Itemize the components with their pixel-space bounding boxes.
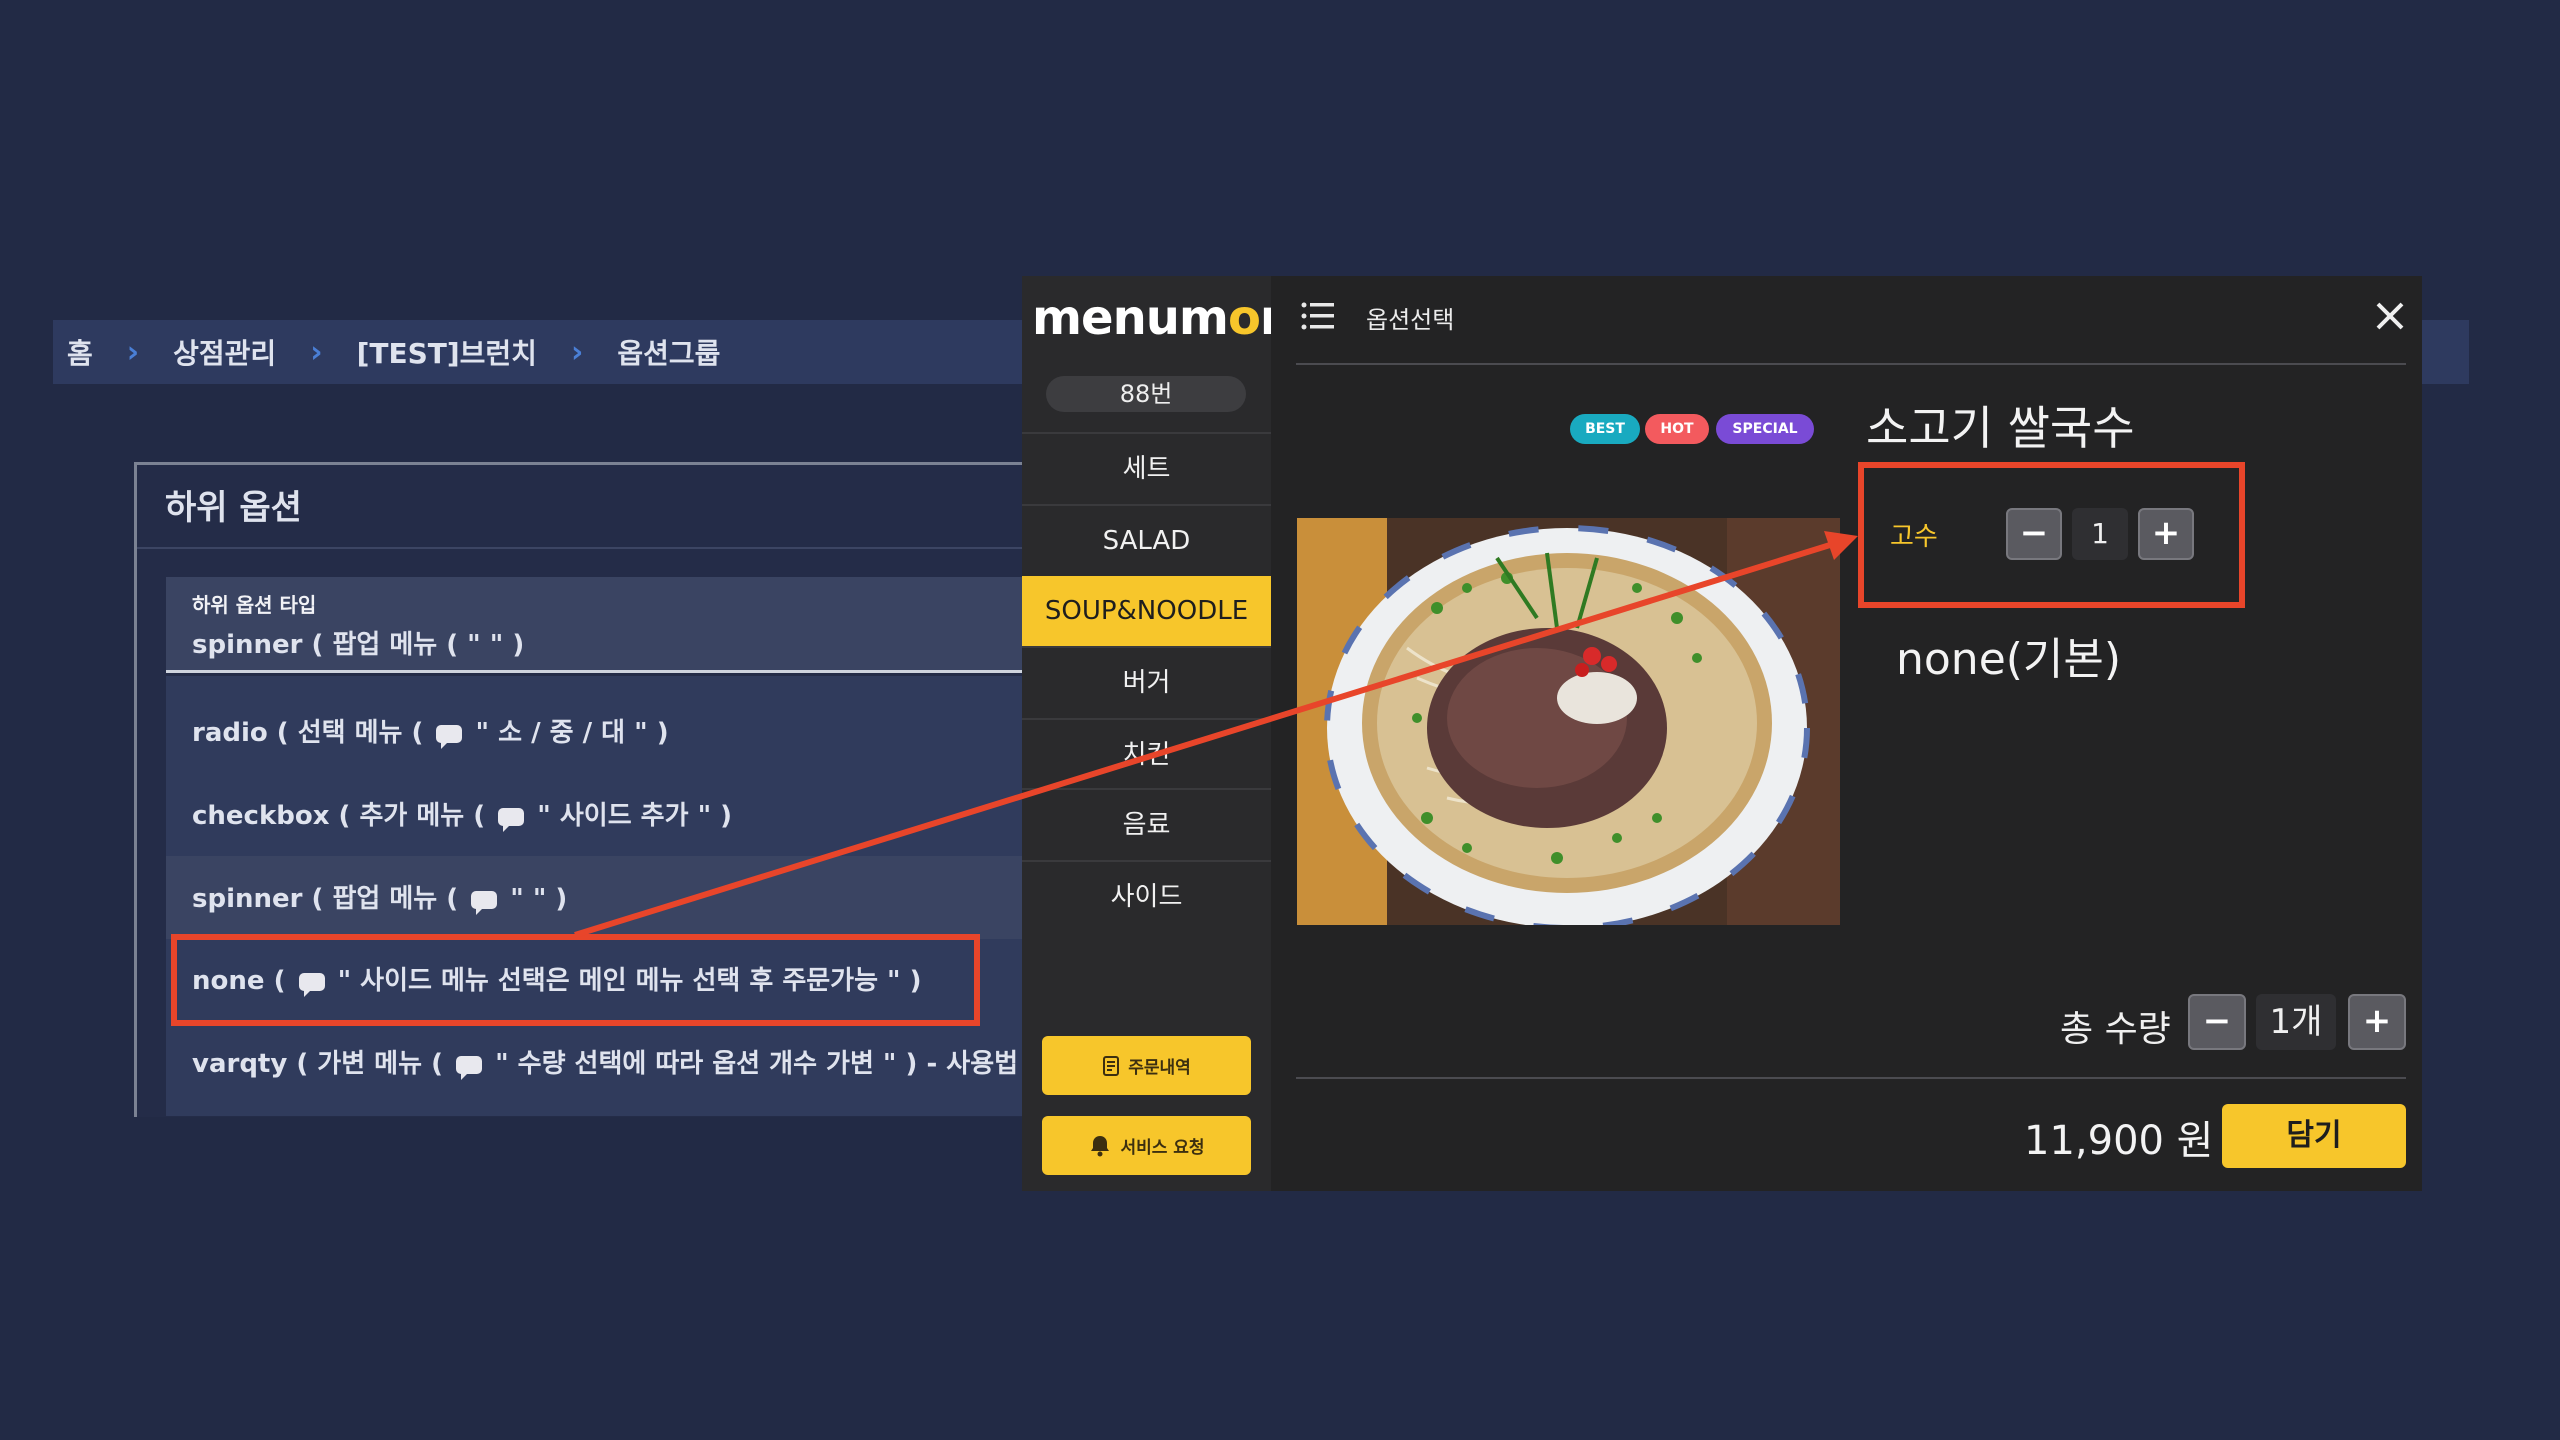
- sub-option-type-label: 하위 옵션 타입: [192, 593, 317, 617]
- chat-bubble-icon: [436, 724, 463, 749]
- chat-bubble-icon: [456, 1055, 483, 1080]
- total-plus-button[interactable]: +: [2348, 994, 2406, 1050]
- add-to-cart-button[interactable]: 담기: [2222, 1104, 2406, 1168]
- close-icon[interactable]: [2370, 296, 2410, 336]
- item-text: spinner ( 팝업 메뉴 (: [192, 884, 468, 914]
- bell-icon: [1091, 1135, 1110, 1156]
- item-text: varqty ( 가변 메뉴 (: [192, 1049, 453, 1079]
- receipt-icon: [1103, 1055, 1120, 1076]
- sub-option-type-value: spinner ( 팝업 메뉴 ( " " ): [192, 630, 525, 660]
- category-soup-noodle[interactable]: SOUP&NOODLE: [1022, 576, 1271, 646]
- item-text: " 소 / 중 / 대 " ): [466, 718, 669, 748]
- category-drinks[interactable]: 음료: [1022, 788, 1271, 860]
- dropdown-item-checkbox[interactable]: checkbox ( 추가 메뉴 ( " 사이드 추가 " ): [192, 795, 732, 832]
- highlight-box-option-row: [1858, 462, 2245, 608]
- breadcrumb-store-management[interactable]: 상점관리: [173, 332, 276, 372]
- panel-title: 하위 옵션: [165, 488, 302, 528]
- badge-special: SPECIAL: [1716, 414, 1814, 444]
- total-minus-button[interactable]: −: [2188, 994, 2246, 1050]
- divider: [1296, 1077, 2406, 1079]
- category-salad[interactable]: SALAD: [1022, 504, 1271, 576]
- order-history-label: 주문내역: [1128, 1058, 1191, 1078]
- table-number-badge: 88번: [1046, 376, 1246, 412]
- total-quantity: 1개: [2256, 994, 2336, 1050]
- dropdown-item-radio[interactable]: radio ( 선택 메뉴 ( " 소 / 중 / 대 " ): [192, 712, 669, 749]
- divider: [1296, 363, 2406, 365]
- category-side[interactable]: 사이드: [1022, 860, 1271, 932]
- highlight-box-none-option: [171, 934, 980, 1026]
- item-text: " 수량 선택에 따라 옵션 개수 가변 " ) - 사용법: [486, 1049, 1019, 1079]
- annotation-none-default: none(기본): [1896, 634, 2122, 685]
- dropdown-item-varqty[interactable]: varqty ( 가변 메뉴 ( " 수량 선택에 따라 옵션 개수 가변 " …: [192, 1043, 1018, 1080]
- dish-name: 소고기 쌀국수: [1866, 401, 2135, 455]
- item-text: checkbox ( 추가 메뉴 (: [192, 801, 495, 831]
- price: 11,900 원: [2024, 1118, 2214, 1164]
- chevron-right-icon: ›: [570, 334, 584, 370]
- breadcrumb-home[interactable]: 홈: [67, 332, 93, 372]
- category-set[interactable]: 세트: [1022, 432, 1271, 504]
- chat-bubble-icon: [471, 890, 498, 915]
- chevron-right-icon: ›: [126, 334, 140, 370]
- chat-bubble-icon: [498, 807, 525, 832]
- category-burger[interactable]: 버거: [1022, 646, 1271, 718]
- item-text: " " ): [501, 884, 568, 914]
- divider: [137, 547, 1054, 549]
- total-quantity-label: 총 수량: [2060, 1009, 2171, 1050]
- dish-photo: [1297, 518, 1840, 925]
- list-icon[interactable]: [1300, 300, 1336, 332]
- service-request-label: 서비스 요청: [1120, 1138, 1205, 1158]
- dropdown-item-spinner[interactable]: spinner ( 팝업 메뉴 ( " " ): [192, 878, 567, 915]
- menumon-logo: menumon: [1032, 290, 1294, 346]
- badge-best: BEST: [1570, 414, 1640, 444]
- item-text: radio ( 선택 메뉴 (: [192, 718, 433, 748]
- chevron-right-icon: ›: [310, 334, 323, 370]
- item-text: " 사이드 추가 " ): [528, 801, 733, 831]
- modal-title: 옵션선택: [1366, 306, 1455, 334]
- order-history-button[interactable]: 주문내역: [1042, 1036, 1251, 1095]
- badge-hot: HOT: [1645, 414, 1709, 444]
- breadcrumb-branch[interactable]: [TEST]브런치: [357, 332, 537, 372]
- breadcrumb-option-group: 옵션그룹: [617, 337, 721, 370]
- service-request-button[interactable]: 서비스 요청: [1042, 1116, 1251, 1175]
- category-chicken[interactable]: 치킨: [1022, 718, 1271, 790]
